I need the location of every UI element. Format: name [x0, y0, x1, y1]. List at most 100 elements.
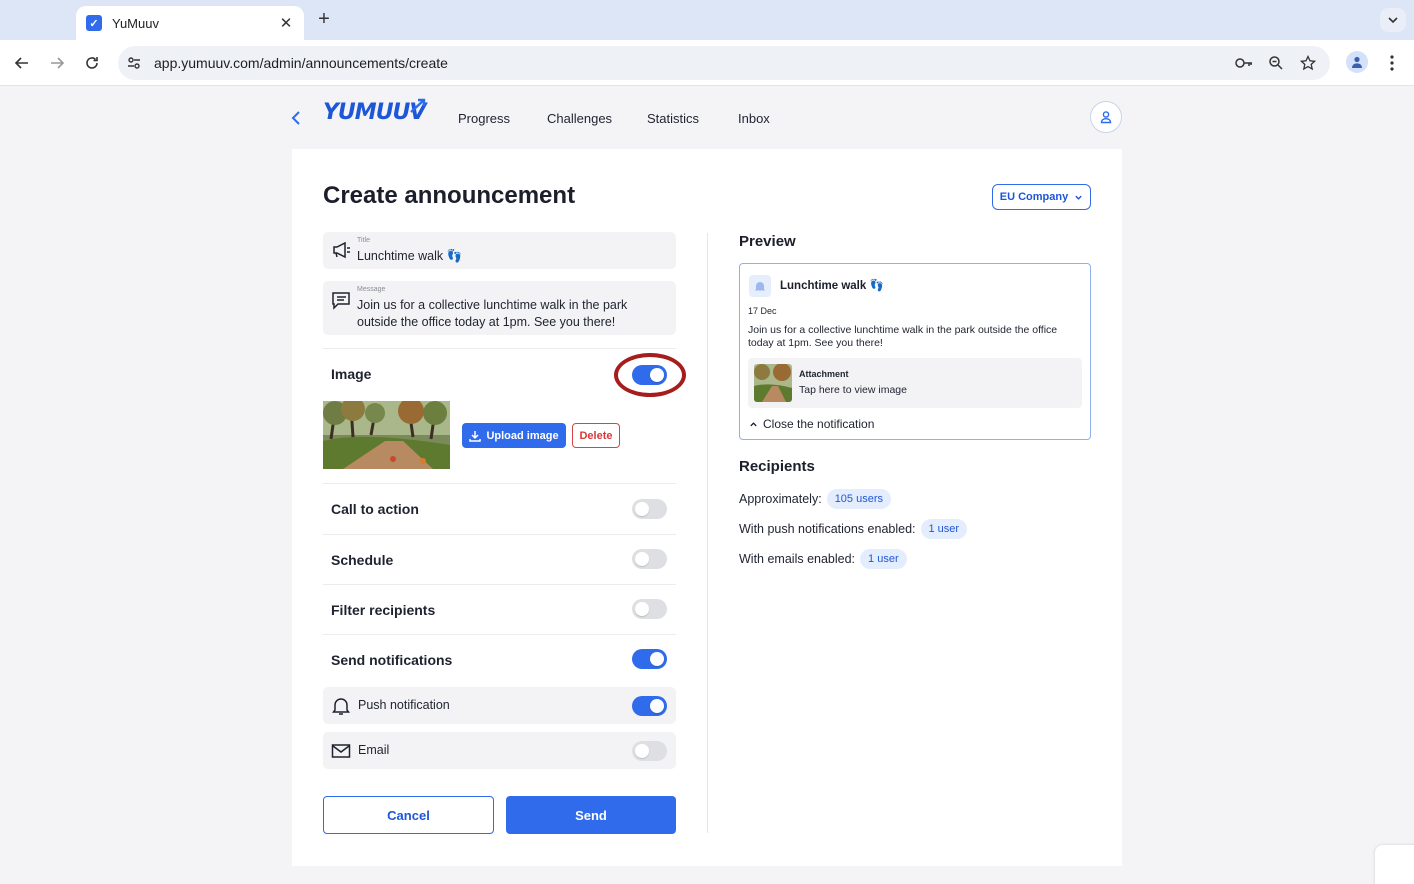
- tab-title: YuMuuv: [112, 15, 159, 31]
- preview-date: 17 Dec: [748, 306, 777, 316]
- site-settings-icon: [128, 57, 140, 69]
- browser-menu-button[interactable]: [1382, 52, 1402, 74]
- zoom-icon[interactable]: [1266, 53, 1286, 73]
- divider: [323, 483, 676, 484]
- chevron-left-icon: [291, 111, 300, 125]
- send-notifications-label: Send notifications: [331, 652, 453, 668]
- nav-challenges[interactable]: Challenges: [547, 111, 612, 126]
- forward-button[interactable]: [46, 52, 68, 74]
- title-field-label: Title: [357, 237, 370, 244]
- new-tab-button[interactable]: +: [314, 8, 334, 31]
- message-field-value: Join us for a collective lunchtime walk …: [357, 298, 628, 329]
- app-back-button[interactable]: [286, 108, 306, 128]
- email-toggle[interactable]: [632, 741, 667, 761]
- message-icon: [331, 290, 351, 310]
- reload-icon: [86, 57, 98, 69]
- back-button[interactable]: [11, 52, 33, 74]
- park-image-thumbnail: [323, 401, 450, 469]
- filter-recipients-toggle[interactable]: [632, 599, 667, 619]
- push-count-badge: 1 user: [920, 519, 968, 539]
- call-to-action-toggle[interactable]: [632, 499, 667, 519]
- filter-recipients-label: Filter recipients: [331, 602, 436, 618]
- person-icon: [1352, 56, 1362, 68]
- push-notification-label: Push notification: [358, 698, 450, 712]
- highlight-annotation: [614, 353, 686, 397]
- approx-count-badge: 105 users: [826, 489, 891, 509]
- push-notification-toggle[interactable]: [632, 696, 667, 716]
- site-favicon-icon: ✓: [86, 15, 102, 31]
- divider: [323, 348, 676, 349]
- delete-image-button[interactable]: Delete: [572, 423, 620, 448]
- nav-statistics[interactable]: Statistics: [647, 111, 699, 126]
- account-button[interactable]: [1090, 101, 1122, 133]
- company-select[interactable]: EU Company: [992, 184, 1091, 210]
- send-notifications-toggle[interactable]: [632, 649, 667, 669]
- schedule-toggle[interactable]: [632, 549, 667, 569]
- push-enabled-label: With push notifications enabled:: [739, 522, 916, 536]
- title-field-value: Lunchtime walk 👣: [357, 249, 463, 263]
- logo-arrow-icon: [410, 98, 426, 113]
- nav-progress[interactable]: Progress: [458, 111, 510, 126]
- divider: [323, 534, 676, 535]
- upload-image-button[interactable]: Upload image: [462, 423, 566, 448]
- preview-title: Lunchtime walk 👣: [780, 280, 884, 292]
- bell-icon: [331, 696, 351, 716]
- bookmark-star-icon[interactable]: [1298, 53, 1318, 73]
- tab-close-icon[interactable]: ✕: [278, 14, 294, 32]
- email-row: Email: [323, 732, 676, 769]
- email-label: Email: [358, 743, 390, 757]
- email-enabled-label: With emails enabled:: [739, 552, 856, 566]
- bell-icon: [749, 275, 771, 297]
- approx-label: Approximately:: [739, 492, 822, 506]
- user-icon: [1100, 111, 1112, 124]
- divider: [323, 584, 676, 585]
- download-icon: [469, 430, 482, 442]
- recipients-approx: Approximately: 105 users: [739, 489, 891, 509]
- close-notification-link[interactable]: Close the notification: [749, 417, 874, 431]
- send-button[interactable]: Send: [506, 796, 676, 834]
- chat-widget[interactable]: [1375, 845, 1414, 884]
- attachment-text: Tap here to view image: [799, 384, 907, 396]
- preview-attachment[interactable]: Attachment Tap here to view image: [748, 358, 1082, 408]
- reload-button[interactable]: [81, 52, 103, 74]
- tab-search-button[interactable]: [1380, 8, 1406, 32]
- attachment-label: Attachment: [799, 369, 849, 379]
- chevron-down-icon: [1075, 195, 1082, 200]
- mail-icon: [331, 741, 351, 761]
- url-text: app.yumuuv.com/admin/announcements/creat…: [154, 55, 448, 71]
- arrow-right-icon: [51, 57, 65, 69]
- column-divider: [707, 233, 708, 833]
- cancel-button[interactable]: Cancel: [323, 796, 494, 834]
- notification-preview: Lunchtime walk 👣 17 Dec Join us for a co…: [739, 263, 1091, 440]
- upload-image-label: Upload image: [486, 429, 559, 442]
- megaphone-icon: [331, 240, 351, 260]
- more-vertical-icon: [1390, 55, 1394, 71]
- email-count-badge: 1 user: [860, 549, 907, 569]
- page-title: Create announcement: [323, 182, 576, 209]
- nav-inbox[interactable]: Inbox: [738, 111, 770, 126]
- announcement-card: Create announcement EU Company Title Lun…: [292, 149, 1122, 866]
- preview-message: Join us for a collective lunchtime walk …: [748, 324, 1058, 349]
- image-label: Image: [331, 366, 372, 382]
- arrow-left-icon: [14, 57, 28, 69]
- divider: [323, 634, 676, 635]
- recipients-email: With emails enabled: 1 user: [739, 549, 907, 569]
- message-field[interactable]: Message Join us for a collective lunchti…: [323, 281, 676, 335]
- title-field[interactable]: Title Lunchtime walk 👣: [323, 232, 676, 269]
- push-notification-row: Push notification: [323, 687, 676, 724]
- preview-heading: Preview: [739, 233, 796, 250]
- browser-tab[interactable]: ✓ YuMuuv ✕: [76, 6, 304, 40]
- attachment-thumbnail: [754, 364, 792, 402]
- chevron-down-icon: [1388, 17, 1398, 24]
- browser-toolbar: app.yumuuv.com/admin/announcements/creat…: [0, 40, 1414, 86]
- company-select-value: EU Company: [999, 191, 1069, 203]
- address-bar[interactable]: app.yumuuv.com/admin/announcements/creat…: [118, 46, 1330, 80]
- call-to-action-label: Call to action: [331, 501, 419, 517]
- recipients-push: With push notifications enabled: 1 user: [739, 519, 968, 539]
- browser-tabstrip: ✓ YuMuuv ✕ +: [0, 0, 1414, 40]
- chevron-up-icon: [750, 421, 757, 426]
- password-key-icon[interactable]: [1234, 53, 1254, 73]
- message-field-label: Message: [357, 286, 386, 293]
- browser-profile-button[interactable]: [1346, 51, 1368, 73]
- close-notification-label: Close the notification: [763, 417, 875, 431]
